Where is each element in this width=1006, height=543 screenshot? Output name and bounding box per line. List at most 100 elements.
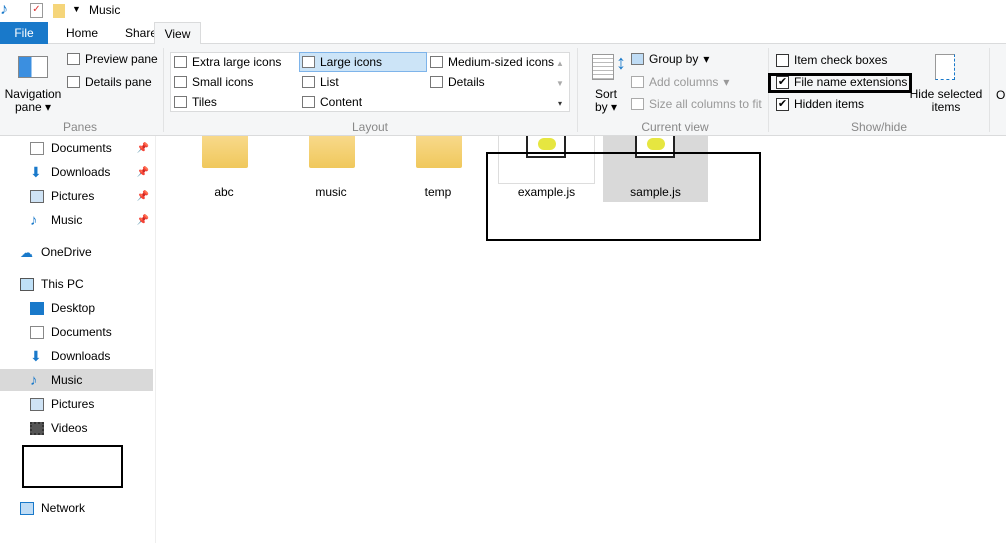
nav-item-network[interactable]: Network: [0, 497, 153, 519]
layout-details[interactable]: Details: [430, 75, 485, 89]
nav-label: OneDrive: [41, 245, 92, 259]
nav-item-onedrive[interactable]: ☁ OneDrive: [0, 241, 153, 263]
pin-icon: 📌: [136, 166, 149, 178]
folder-icon: [309, 136, 355, 168]
list-icon: [302, 76, 315, 88]
folder-icon: [202, 136, 248, 168]
file-name: music: [315, 185, 347, 199]
group-by-label: Group by: [649, 52, 699, 66]
nav-label: Pictures: [51, 397, 95, 411]
documents-icon: [30, 325, 44, 339]
navigation-pane-button[interactable]: Navigation pane ▾: [4, 88, 62, 114]
title-bar: ♪ ✓ ▼ Music: [0, 0, 1006, 22]
nav-label: Downloads: [51, 349, 111, 363]
show-hide-group-label: Show/hide: [850, 120, 908, 134]
pictures-icon: [30, 397, 44, 411]
nav-item-videos[interactable]: Videos: [0, 417, 153, 439]
add-columns-label: Add columns: [649, 75, 719, 89]
downloads-icon: ⬇: [30, 163, 42, 180]
tab-file[interactable]: File: [0, 22, 48, 44]
layout-large-icons[interactable]: Large icons: [302, 55, 382, 69]
hide-selected-label: Hide selected: [909, 87, 983, 101]
layout-content[interactable]: Content: [302, 95, 362, 109]
content-icon: [302, 96, 315, 108]
layout-medium-icons[interactable]: Medium-sized icons: [430, 55, 554, 69]
preview-pane-button[interactable]: Preview pane: [67, 52, 158, 66]
hide-selected-button[interactable]: Hide selected items: [908, 88, 984, 114]
hidden-items-checkbox[interactable]: ✔: [776, 97, 789, 111]
file-item-temp[interactable]: temp: [386, 136, 490, 202]
options-button[interactable]: O: [996, 88, 1005, 102]
layout-small-icons[interactable]: Small icons: [174, 75, 253, 89]
size-columns-icon: [631, 98, 644, 110]
nav-item-downloads[interactable]: ⬇ Downloads 📌: [0, 161, 153, 183]
size-columns-button[interactable]: Size all columns to fit: [631, 97, 762, 111]
layout-label: Small icons: [192, 75, 254, 89]
nav-item-documents[interactable]: Documents 📌: [0, 137, 153, 159]
details-pane-button[interactable]: Details pane: [67, 75, 152, 89]
details-pane-label: Details pane: [85, 75, 152, 89]
annotation-box: [486, 152, 761, 241]
details-pane-icon: [67, 76, 80, 88]
layout-label: Tiles: [192, 95, 217, 109]
pin-icon: 📌: [136, 214, 149, 226]
annotation-box: [22, 445, 123, 488]
music-icon: ♪: [0, 1, 8, 18]
divider: [989, 48, 990, 132]
layout-extra-large-icons[interactable]: Extra large icons: [174, 55, 281, 69]
navigation-pane-label: Navigation: [4, 87, 62, 101]
nav-item-documents-pc[interactable]: Documents: [0, 321, 153, 343]
nav-label: Documents: [51, 141, 112, 155]
nav-label: Network: [41, 501, 86, 515]
nav-item-music[interactable]: ♪ Music 📌: [0, 209, 153, 231]
annotation-box: [768, 73, 912, 93]
pin-icon: 📌: [136, 142, 149, 154]
nav-item-pictures-pc[interactable]: Pictures: [0, 393, 153, 415]
tab-home[interactable]: Home: [58, 22, 106, 44]
sort-by-button[interactable]: Sort by ▾: [588, 88, 624, 114]
divider: [163, 48, 164, 132]
extra-large-icons-icon: [174, 56, 187, 68]
tiles-icon: [174, 96, 187, 108]
hidden-items-label: Hidden items: [794, 97, 865, 111]
customize-toolbar-icon[interactable]: ▼: [72, 4, 81, 14]
sort-by-icon: [592, 54, 614, 80]
folder-icon: [416, 136, 462, 168]
preview-pane-label: Preview pane: [85, 52, 158, 66]
size-columns-label: Size all columns to fit: [649, 97, 762, 111]
nav-item-music-pc[interactable]: ♪ Music: [0, 369, 153, 391]
details-icon: [430, 76, 443, 88]
videos-icon: [30, 421, 44, 435]
documents-icon: [30, 141, 44, 155]
nav-label: Videos: [51, 421, 88, 435]
file-item-music[interactable]: music: [279, 136, 383, 202]
nav-label: Music: [51, 373, 83, 387]
computer-icon: [20, 277, 34, 291]
layout-label: Extra large icons: [192, 55, 282, 69]
item-check-boxes-checkbox[interactable]: [776, 53, 789, 67]
gallery-scroll[interactable]: ▲ ▼ ▾: [556, 54, 564, 114]
hidden-items-toggle[interactable]: ✔ Hidden items: [776, 97, 864, 111]
nav-label: Documents: [51, 325, 112, 339]
nav-label: Pictures: [51, 189, 95, 203]
nav-item-this-pc[interactable]: This PC: [0, 273, 153, 295]
file-name: temp: [424, 185, 452, 199]
downloads-icon: ⬇: [30, 347, 42, 364]
hide-selected-label2: items: [931, 100, 961, 114]
pin-icon: 📌: [136, 190, 149, 202]
file-item-abc[interactable]: abc: [172, 136, 276, 202]
layout-list[interactable]: List: [302, 75, 339, 89]
small-icons-icon: [174, 76, 187, 88]
file-name: abc: [214, 185, 234, 199]
add-columns-button[interactable]: Add columns ▾: [631, 75, 729, 89]
tab-view[interactable]: View: [154, 22, 201, 45]
properties-icon[interactable]: ✓: [30, 3, 43, 18]
group-by-button[interactable]: Group by ▾: [631, 52, 709, 66]
nav-item-downloads-pc[interactable]: ⬇ Downloads: [0, 345, 153, 367]
nav-item-desktop[interactable]: Desktop: [0, 297, 153, 319]
layout-tiles[interactable]: Tiles: [174, 95, 217, 109]
nav-item-pictures[interactable]: Pictures 📌: [0, 185, 153, 207]
item-check-boxes-toggle[interactable]: Item check boxes: [776, 53, 887, 67]
new-folder-icon[interactable]: [53, 4, 65, 18]
panes-group-label: Panes: [62, 120, 98, 134]
